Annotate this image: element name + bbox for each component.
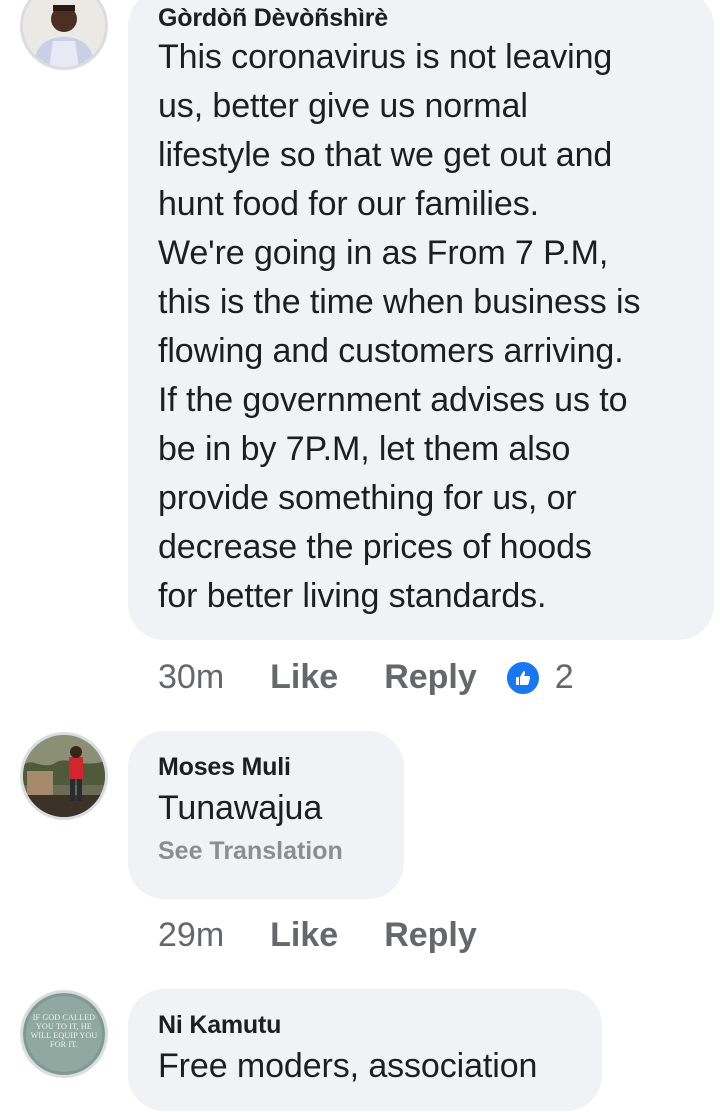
comment-text: This coronavirus is not leaving us, bett… — [158, 33, 684, 621]
comment-text-line: We're going in as From 7 P.M, — [158, 234, 609, 272]
avatar[interactable]: IF GOD CALLED YOU TO IT, HE WILL EQUIP Y… — [20, 990, 108, 1078]
comment-text-line: decrease the prices of hoods — [158, 528, 592, 566]
comment-text: Free moders, association — [158, 1047, 538, 1085]
like-button[interactable]: Like — [270, 658, 338, 697]
reply-button[interactable]: Reply — [384, 916, 477, 955]
comment-actions: 29m Like Reply — [158, 916, 523, 955]
reaction-summary[interactable]: 2 — [504, 658, 574, 697]
see-translation-link[interactable]: See Translation — [158, 837, 374, 866]
comment-text-line: lifestyle so that we get out and — [158, 136, 613, 174]
comment-actions: 30m Like Reply 2 — [158, 658, 574, 697]
comment-timestamp[interactable]: 30m — [158, 658, 224, 697]
comment-bubble: Moses Muli Tunawajua See Translation — [128, 731, 404, 899]
comment-bubble: Gòrdòñ Dèvòñshìrè This coronavirus is no… — [128, 0, 714, 640]
comment-timestamp[interactable]: 29m — [158, 916, 224, 955]
comment-author[interactable]: Ni Kamutu — [158, 1011, 572, 1040]
like-icon — [504, 659, 541, 696]
comment-text-line: be in by 7P.M, let them also — [158, 430, 571, 468]
comment-text: Tunawajua — [158, 789, 323, 827]
comment-text-line: hunt food for our families. — [158, 185, 539, 223]
comment-text-line: us, better give us normal — [158, 87, 528, 125]
comment-text-line: flowing and customers arriving. — [158, 332, 624, 370]
avatar-quote-text: IF GOD CALLED YOU TO IT, HE WILL EQUIP Y… — [30, 1013, 98, 1049]
comment-text-line: If the government advises us to — [158, 381, 628, 419]
like-button[interactable]: Like — [270, 916, 338, 955]
comment-text-line: for better living standards. — [158, 577, 547, 615]
reaction-count: 2 — [554, 658, 574, 696]
avatar[interactable] — [20, 0, 108, 70]
comment-author[interactable]: Gòrdòñ Dèvòñshìrè — [158, 4, 684, 33]
reply-button[interactable]: Reply — [384, 658, 477, 697]
comment-text-line: this is the time when business is — [158, 283, 641, 321]
comment-text-line: This coronavirus is not leaving — [158, 38, 613, 76]
comment-author[interactable]: Moses Muli — [158, 753, 374, 782]
avatar[interactable] — [20, 732, 108, 820]
person-outdoor-photo-icon — [23, 735, 105, 817]
comment-bubble: Ni Kamutu Free moders, association — [128, 989, 602, 1111]
person-photo-icon — [23, 0, 105, 67]
comment-text-line: provide something for us, or — [158, 479, 577, 517]
